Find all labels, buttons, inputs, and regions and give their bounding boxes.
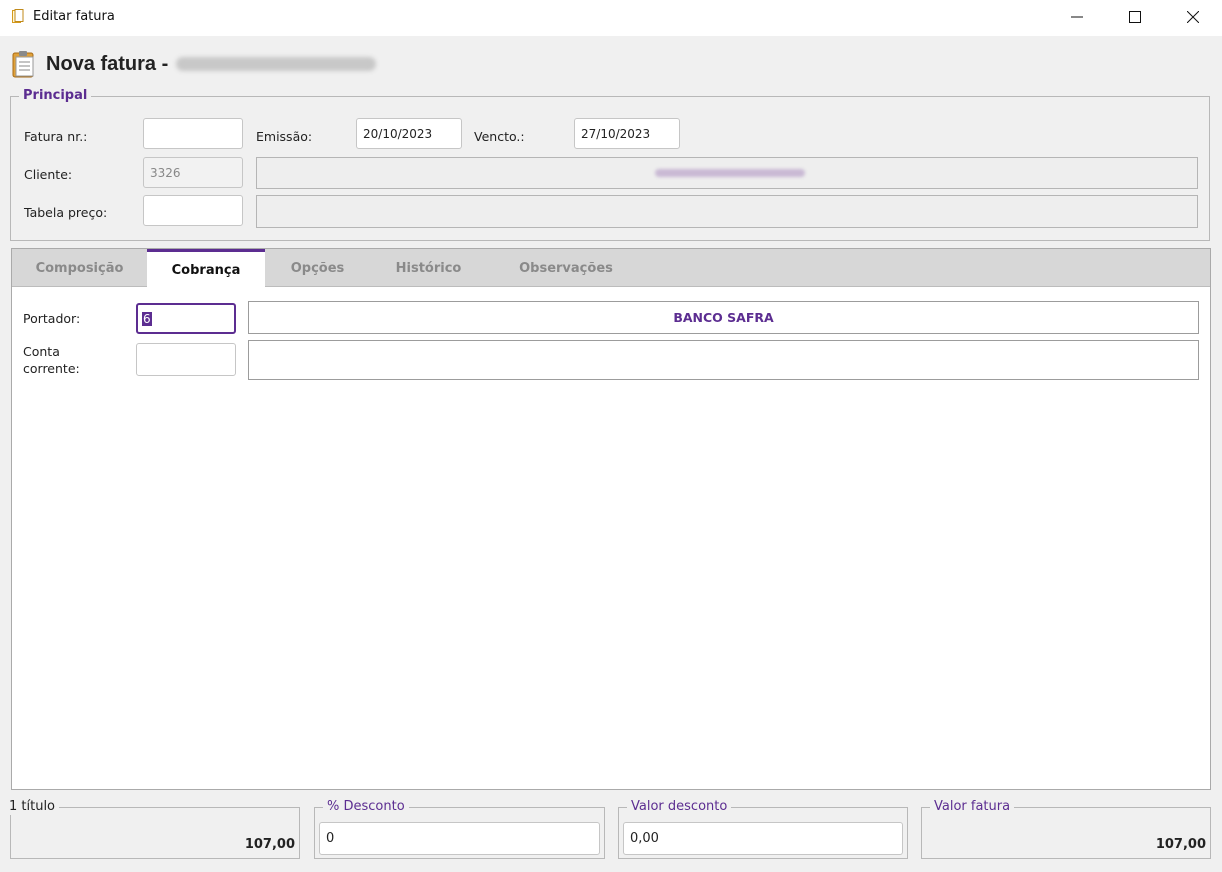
tab-historico[interactable]: Histórico bbox=[370, 249, 487, 287]
fatura-label: Fatura nr.: bbox=[24, 129, 88, 144]
tabs-panel: Composição Cobrança Opções Histórico Obs… bbox=[11, 248, 1211, 790]
desconto-pct-input[interactable]: 0 bbox=[319, 822, 600, 855]
fatura-input[interactable] bbox=[143, 118, 243, 149]
page-header: Nova fatura - bbox=[12, 48, 377, 80]
window-title: Editar fatura bbox=[33, 9, 115, 24]
window-client: Nova fatura - Principal Fatura nr.: Emis… bbox=[0, 36, 1222, 872]
portador-input[interactable]: 6 bbox=[136, 303, 236, 334]
vencto-date-input[interactable]: 27/10/2023 bbox=[574, 118, 680, 149]
conta-label-line1: Conta bbox=[23, 344, 60, 359]
page-title: Nova fatura - bbox=[46, 52, 169, 75]
minimize-icon bbox=[1071, 16, 1083, 18]
close-button[interactable] bbox=[1170, 0, 1216, 34]
portador-name-field: BANCO SAFRA bbox=[248, 301, 1199, 334]
tab-composicao[interactable]: Composição bbox=[12, 249, 147, 287]
emissao-label: Emissão: bbox=[256, 129, 313, 144]
title-bar: Editar fatura bbox=[0, 0, 1222, 36]
tabela-input[interactable] bbox=[143, 195, 243, 226]
cliente-name-field bbox=[256, 157, 1198, 189]
principal-group: Principal Fatura nr.: Emissão: 20/10/202… bbox=[10, 88, 1210, 241]
app-document-icon bbox=[12, 9, 24, 23]
titulos-group: 1 título 107,00 bbox=[9, 799, 300, 859]
tab-cobranca[interactable]: Cobrança bbox=[147, 249, 265, 288]
tab-opcoes[interactable]: Opções bbox=[265, 249, 370, 287]
conta-corrente-input[interactable] bbox=[136, 343, 236, 376]
conta-label-line2: corrente: bbox=[23, 361, 80, 376]
cliente-code-input[interactable]: 3326 bbox=[143, 157, 243, 188]
valor-fatura-group: Valor fatura 107,00 bbox=[921, 799, 1211, 859]
vencto-label: Vencto.: bbox=[474, 129, 525, 144]
titulos-legend: 1 título bbox=[9, 799, 60, 815]
tabela-name-field bbox=[256, 195, 1198, 228]
redacted-client-field bbox=[655, 169, 805, 177]
portador-selected-text: 6 bbox=[142, 311, 152, 326]
valor-desconto-group: Valor desconto 0,00 bbox=[618, 799, 908, 859]
valor-desconto-legend: Valor desconto bbox=[627, 799, 732, 815]
titulos-total-value: 107,00 bbox=[244, 837, 295, 852]
maximize-button[interactable] bbox=[1112, 0, 1158, 34]
desconto-pct-group: % Desconto 0 bbox=[314, 799, 605, 859]
valor-fatura-value: 107,00 bbox=[1155, 837, 1206, 852]
portador-label: Portador: bbox=[23, 311, 81, 326]
conta-corrente-name-field bbox=[248, 340, 1199, 380]
tab-observacoes[interactable]: Observações bbox=[487, 249, 645, 287]
maximize-icon bbox=[1129, 11, 1141, 23]
emissao-date-input[interactable]: 20/10/2023 bbox=[356, 118, 462, 149]
close-icon bbox=[1187, 11, 1199, 23]
valor-fatura-legend: Valor fatura bbox=[930, 799, 1015, 815]
clipboard-icon bbox=[12, 51, 34, 78]
redacted-client-name bbox=[176, 57, 377, 71]
principal-legend: Principal bbox=[19, 88, 92, 104]
minimize-button[interactable] bbox=[1054, 0, 1100, 34]
cliente-label: Cliente: bbox=[24, 167, 73, 182]
tabela-label: Tabela preço: bbox=[24, 205, 108, 220]
tab-bar: Composição Cobrança Opções Histórico Obs… bbox=[12, 249, 1210, 288]
valor-desconto-input[interactable]: 0,00 bbox=[623, 822, 903, 855]
conta-label: Conta corrente: bbox=[23, 343, 80, 377]
desconto-pct-legend: % Desconto bbox=[323, 799, 409, 815]
